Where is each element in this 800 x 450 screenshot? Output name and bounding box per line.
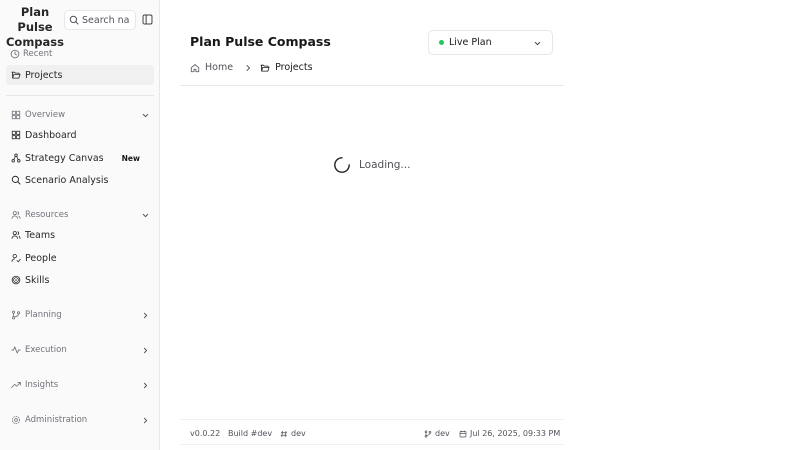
sidebar-group-planning[interactable]: Planning [6,307,154,323]
build-text: Build #dev [228,429,273,438]
home-icon [190,63,200,72]
sidebar-group-label: Resources [25,210,69,220]
folder-open-icon [11,71,20,79]
dashboard-icon [11,130,20,140]
sidebar-group-execution[interactable]: Execution [6,342,154,358]
sidebar: Plan Pulse Compass Recent Projects Overv… [0,0,160,450]
sidebar-item-label: Teams [25,229,56,241]
users-icon [11,211,20,219]
timestamp-text: Jul 26, 2025, 09:33 PM [470,429,561,438]
header-divider [180,85,564,86]
sidebar-item-label: Skills [25,274,50,286]
footer-hash: dev [280,429,306,438]
breadcrumb: Home Projects [190,62,313,73]
chevron-down-icon [142,213,148,217]
breadcrumb-label: Home [205,62,234,73]
sidebar-divider [6,95,154,96]
chevron-right-icon [246,64,251,71]
footer-build: Build #dev [228,429,272,438]
sidebar-toggle-button[interactable] [141,13,153,25]
footer-version: v0.0.22 [190,429,220,438]
breadcrumb-label: Projects [275,62,313,73]
page-title: Plan Pulse Compass [190,34,331,49]
footer-divider [180,419,564,420]
layout-grid-icon [11,110,20,120]
sidebar-item-dashboard[interactable]: Dashboard [6,125,154,145]
search-input[interactable] [82,14,134,26]
recent-section-label: Recent [10,49,52,59]
sidebar-item-label: Projects [25,69,63,81]
breadcrumb-projects: Projects [260,62,313,73]
panel-left-icon [142,14,152,24]
chevron-right-icon [143,347,147,353]
status-dot [439,40,444,45]
search-icon [11,175,21,185]
user-check-icon [11,253,21,263]
sidebar-item-label: People [25,252,57,264]
sidebar-item-strategy-canvas[interactable]: Strategy Canvas New [6,148,154,168]
trending-up-icon [10,382,21,388]
version-text: v0.0.22 [190,429,221,438]
footer-bottom-divider [180,444,564,445]
sidebar-item-people[interactable]: People [6,248,154,268]
loading-text: Loading... [359,159,411,171]
recent-label: Recent [23,49,53,59]
sidebar-item-teams[interactable]: Teams [6,225,154,245]
footer-branch: dev [424,429,450,438]
search-icon [69,15,79,25]
sidebar-item-skills[interactable]: Skills [6,270,154,290]
branch-text: dev [435,429,450,438]
sidebar-group-label: Administration [25,415,88,425]
activity-icon [10,346,21,354]
hash-text: dev [291,429,306,438]
sidebar-group-administration[interactable]: Administration [6,412,154,428]
hash-icon [280,430,287,437]
app-title: Plan Pulse Compass [5,5,64,49]
folder-open-icon [260,64,270,72]
network-icon [11,153,20,163]
chevron-down-icon [534,41,541,46]
chevron-down-icon [142,113,148,117]
plan-select-value: Live Plan [449,37,492,48]
sidebar-group-label: Planning [25,310,62,320]
new-badge: New [121,153,140,163]
sidebar-group-label: Insights [25,380,59,390]
search-box[interactable] [64,10,136,30]
sidebar-group-resources[interactable]: Resources [6,207,154,223]
git-branch-icon [11,310,20,320]
clock-icon [10,49,20,59]
chevron-right-icon [143,417,147,423]
settings-icon [11,415,20,425]
sidebar-group-insights[interactable]: Insights [6,377,154,393]
spinner-icon [334,157,350,173]
sidebar-item-label: Dashboard [25,129,77,141]
footer-timestamp: Jul 26, 2025, 09:33 PM [459,429,560,438]
sidebar-item-label: Scenario Analysis [25,174,109,186]
sidebar-group-label: Execution [25,345,67,355]
sidebar-item-label: Strategy Canvas [25,152,104,164]
sidebar-group-overview[interactable]: Overview [6,107,154,123]
sidebar-item-scenario-analysis[interactable]: Scenario Analysis [6,170,154,190]
plan-select[interactable]: Live Plan [428,30,553,55]
chevron-right-icon [143,312,147,318]
breadcrumb-home[interactable]: Home [190,62,233,73]
git-branch-icon [424,430,432,437]
sidebar-item-recent-projects[interactable]: Projects [6,65,154,85]
chevron-right-icon [143,382,147,388]
calendar-icon [459,430,467,437]
target-icon [11,275,20,285]
loading-indicator: Loading... [333,156,410,174]
sidebar-group-label: Overview [25,110,66,120]
users-icon [11,231,20,239]
